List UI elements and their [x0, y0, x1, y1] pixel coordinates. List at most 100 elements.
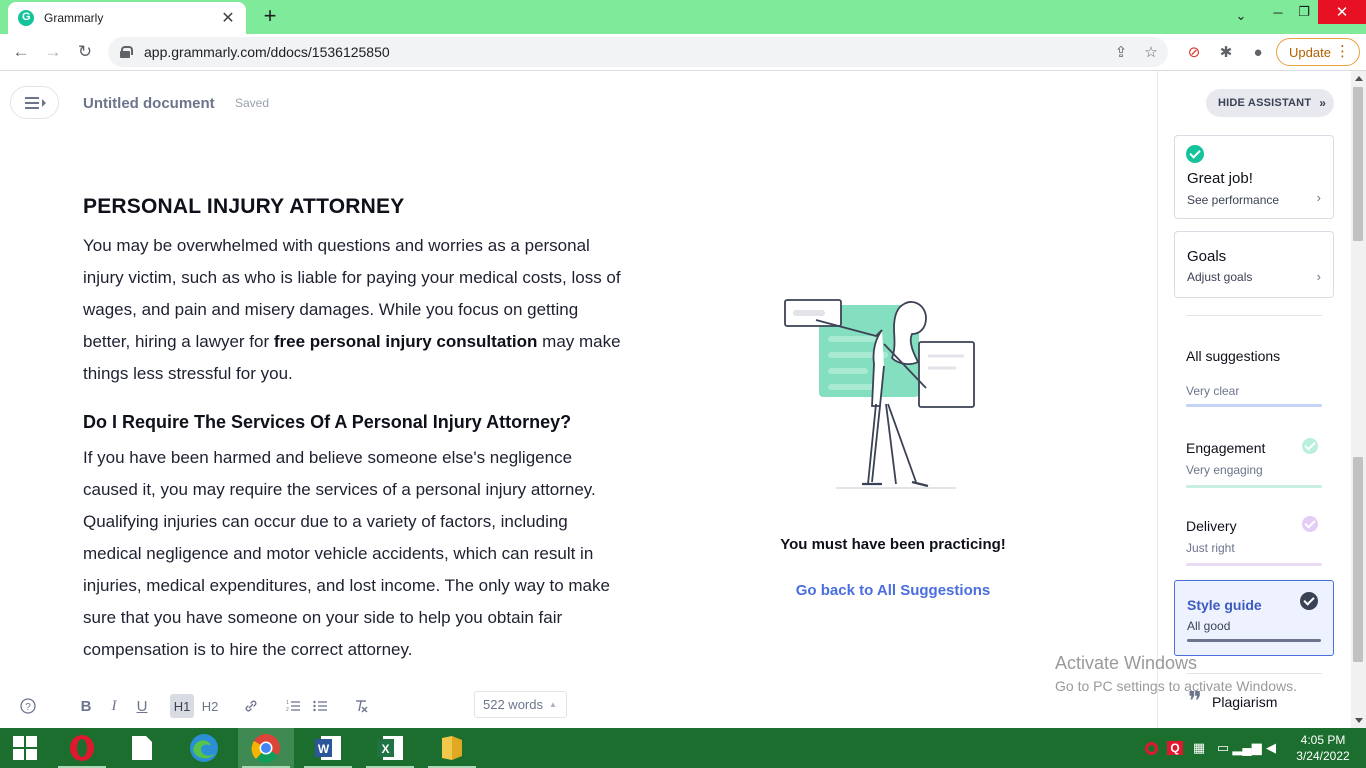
italic-button[interactable]: I [104, 694, 124, 718]
numbered-list-icon[interactable]: 12 [282, 694, 304, 718]
bulleted-list-icon[interactable] [309, 694, 331, 718]
heading-2-button[interactable]: H2 [199, 694, 221, 718]
help-icon[interactable]: ? [18, 694, 38, 718]
panel-divider [1186, 673, 1322, 674]
back-to-suggestions-link[interactable]: Go back to All Suggestions [700, 582, 1086, 599]
address-bar[interactable]: app.grammarly.com/ddocs/1536125850 ⇪ ☆ [108, 37, 1168, 67]
tray-display-icon[interactable]: ▭ [1212, 728, 1234, 768]
category-clarity[interactable]: Very clear [1186, 368, 1322, 428]
restore-window-button[interactable]: ❐ [1292, 0, 1316, 24]
person-pointing-illustration [784, 299, 975, 489]
clear-formatting-icon[interactable] [350, 694, 372, 718]
browser-tab-strip: Grammarly ✕ + ⌄ ─ ❐ ✕ [0, 0, 1366, 34]
windows-taskbar: W X Q ▦ ▭ ▂▄▆ ◀ 4:05 PM 3/24/2022 [0, 728, 1366, 768]
bold-phrase[interactable]: free personal injury consultation [274, 332, 538, 351]
checkmark-icon [1302, 516, 1318, 532]
caret-up-icon: ▲ [548, 700, 557, 709]
formatting-toolbar: ? B I U H1 H2 12 522 words ▲ [0, 688, 1156, 726]
close-tab-icon[interactable]: ✕ [220, 8, 236, 28]
new-tab-button[interactable]: + [258, 5, 282, 29]
taskbar-word[interactable]: W [300, 728, 356, 768]
link-icon[interactable] [240, 694, 262, 718]
tray-network-app-icon[interactable]: ▦ [1188, 728, 1210, 768]
profile-avatar-icon[interactable]: ● [1246, 40, 1270, 64]
system-clock[interactable]: 4:05 PM 3/24/2022 [1290, 732, 1356, 764]
document-heading-2[interactable]: Do I Require The Services Of A Personal … [83, 407, 623, 437]
chrome-icon [251, 734, 280, 763]
paragraph-2[interactable]: If you have been harmed and believe some… [83, 442, 623, 666]
scrollbar-thumb[interactable] [1353, 87, 1363, 241]
hamburger-icon [25, 97, 39, 99]
svg-text:2: 2 [286, 707, 289, 713]
bookmark-star-icon[interactable]: ☆ [1140, 41, 1162, 63]
start-button[interactable] [0, 728, 50, 768]
back-arrow-icon[interactable]: ← [8, 39, 34, 65]
clarity-status: Very clear [1186, 384, 1240, 398]
word-count-button[interactable]: 522 words ▲ [474, 691, 567, 718]
performance-subtitle: See performance [1187, 193, 1280, 207]
document-editor[interactable]: PERSONAL INJURY ATTORNEY You may be over… [83, 190, 623, 680]
tray-opera-icon[interactable] [1140, 728, 1162, 768]
heading-1-button[interactable]: H1 [170, 694, 194, 718]
document-heading-1[interactable]: PERSONAL INJURY ATTORNEY [83, 190, 623, 224]
taskbar-chrome[interactable] [238, 728, 294, 768]
goals-card[interactable]: Goals Adjust goals › [1174, 231, 1334, 298]
folder-icon [442, 736, 462, 760]
chevron-right-icon: › [1316, 190, 1321, 205]
performance-title: Great job! [1187, 170, 1253, 187]
update-button[interactable]: Update ⋮ [1276, 38, 1360, 66]
volume-icon[interactable]: ◀ [1260, 728, 1282, 768]
update-label: Update [1289, 44, 1331, 60]
svg-text:?: ? [25, 702, 31, 713]
wifi-signal-icon[interactable]: ▂▄▆ [1232, 728, 1261, 768]
close-window-button[interactable]: ✕ [1318, 0, 1366, 24]
goals-subtitle: Adjust goals [1187, 270, 1253, 284]
tray-q-icon[interactable]: Q [1164, 728, 1186, 768]
grammarly-favicon-icon [18, 10, 34, 26]
word-icon: W [315, 736, 341, 760]
browser-tab-grammarly[interactable]: Grammarly ✕ [8, 2, 246, 34]
opera-icon [70, 735, 94, 761]
plagiarism-button[interactable]: ❞ Plagiarism [1188, 689, 1277, 715]
paragraph-1[interactable]: You may be overwhelmed with questions an… [83, 230, 623, 390]
assistant-panel: HIDE ASSISTANT » Great job! See performa… [1157, 71, 1351, 728]
tab-title: Grammarly [44, 11, 104, 25]
all-suggestions-heading[interactable]: All suggestions [1186, 348, 1280, 364]
document-title[interactable]: Untitled document [83, 95, 215, 112]
scroll-up-arrow-icon[interactable] [1355, 76, 1363, 81]
windows-logo-icon [13, 736, 37, 760]
share-icon[interactable]: ⇪ [1110, 41, 1132, 63]
praise-message: You must have been practicing! [780, 536, 1006, 553]
category-engagement[interactable]: Engagement Very engaging [1186, 438, 1322, 500]
svg-text:W: W [318, 742, 330, 756]
word-count-label: 522 words [483, 697, 543, 712]
checkmark-icon [1302, 438, 1318, 454]
blocked-extension-icon[interactable]: ⊘ [1182, 40, 1206, 64]
performance-card[interactable]: Great job! See performance › [1174, 135, 1334, 219]
engagement-title: Engagement [1186, 440, 1266, 456]
taskbar-file[interactable] [114, 728, 170, 768]
reload-icon[interactable]: ↻ [72, 39, 98, 65]
taskbar-file-explorer[interactable] [424, 728, 480, 768]
checkmark-icon [1300, 592, 1318, 610]
category-delivery[interactable]: Delivery Just right [1186, 516, 1322, 578]
forward-arrow-icon[interactable]: → [40, 39, 66, 65]
tab-search-chevron-icon[interactable]: ⌄ [1228, 4, 1254, 28]
minimize-window-button[interactable]: ─ [1266, 0, 1290, 24]
category-style-guide[interactable]: Style guide All good [1174, 580, 1334, 656]
scrollbar-thumb-secondary[interactable] [1353, 457, 1363, 662]
taskbar-opera[interactable] [54, 728, 110, 768]
taskbar-edge[interactable] [176, 728, 232, 768]
url-text[interactable]: app.grammarly.com/ddocs/1536125850 [144, 44, 390, 60]
underline-button[interactable]: U [132, 694, 152, 718]
document-file-icon [132, 736, 152, 760]
page-scrollbar[interactable] [1351, 71, 1366, 728]
document-menu-button[interactable] [10, 86, 59, 119]
hide-assistant-button[interactable]: HIDE ASSISTANT » [1206, 89, 1334, 117]
taskbar-excel[interactable]: X [362, 728, 418, 768]
extensions-puzzle-icon[interactable]: ✱ [1214, 40, 1238, 64]
lock-icon[interactable] [120, 46, 133, 58]
scroll-down-arrow-icon[interactable] [1355, 718, 1363, 723]
bold-button[interactable]: B [76, 694, 96, 718]
more-menu-icon: ⋮ [1335, 43, 1350, 60]
